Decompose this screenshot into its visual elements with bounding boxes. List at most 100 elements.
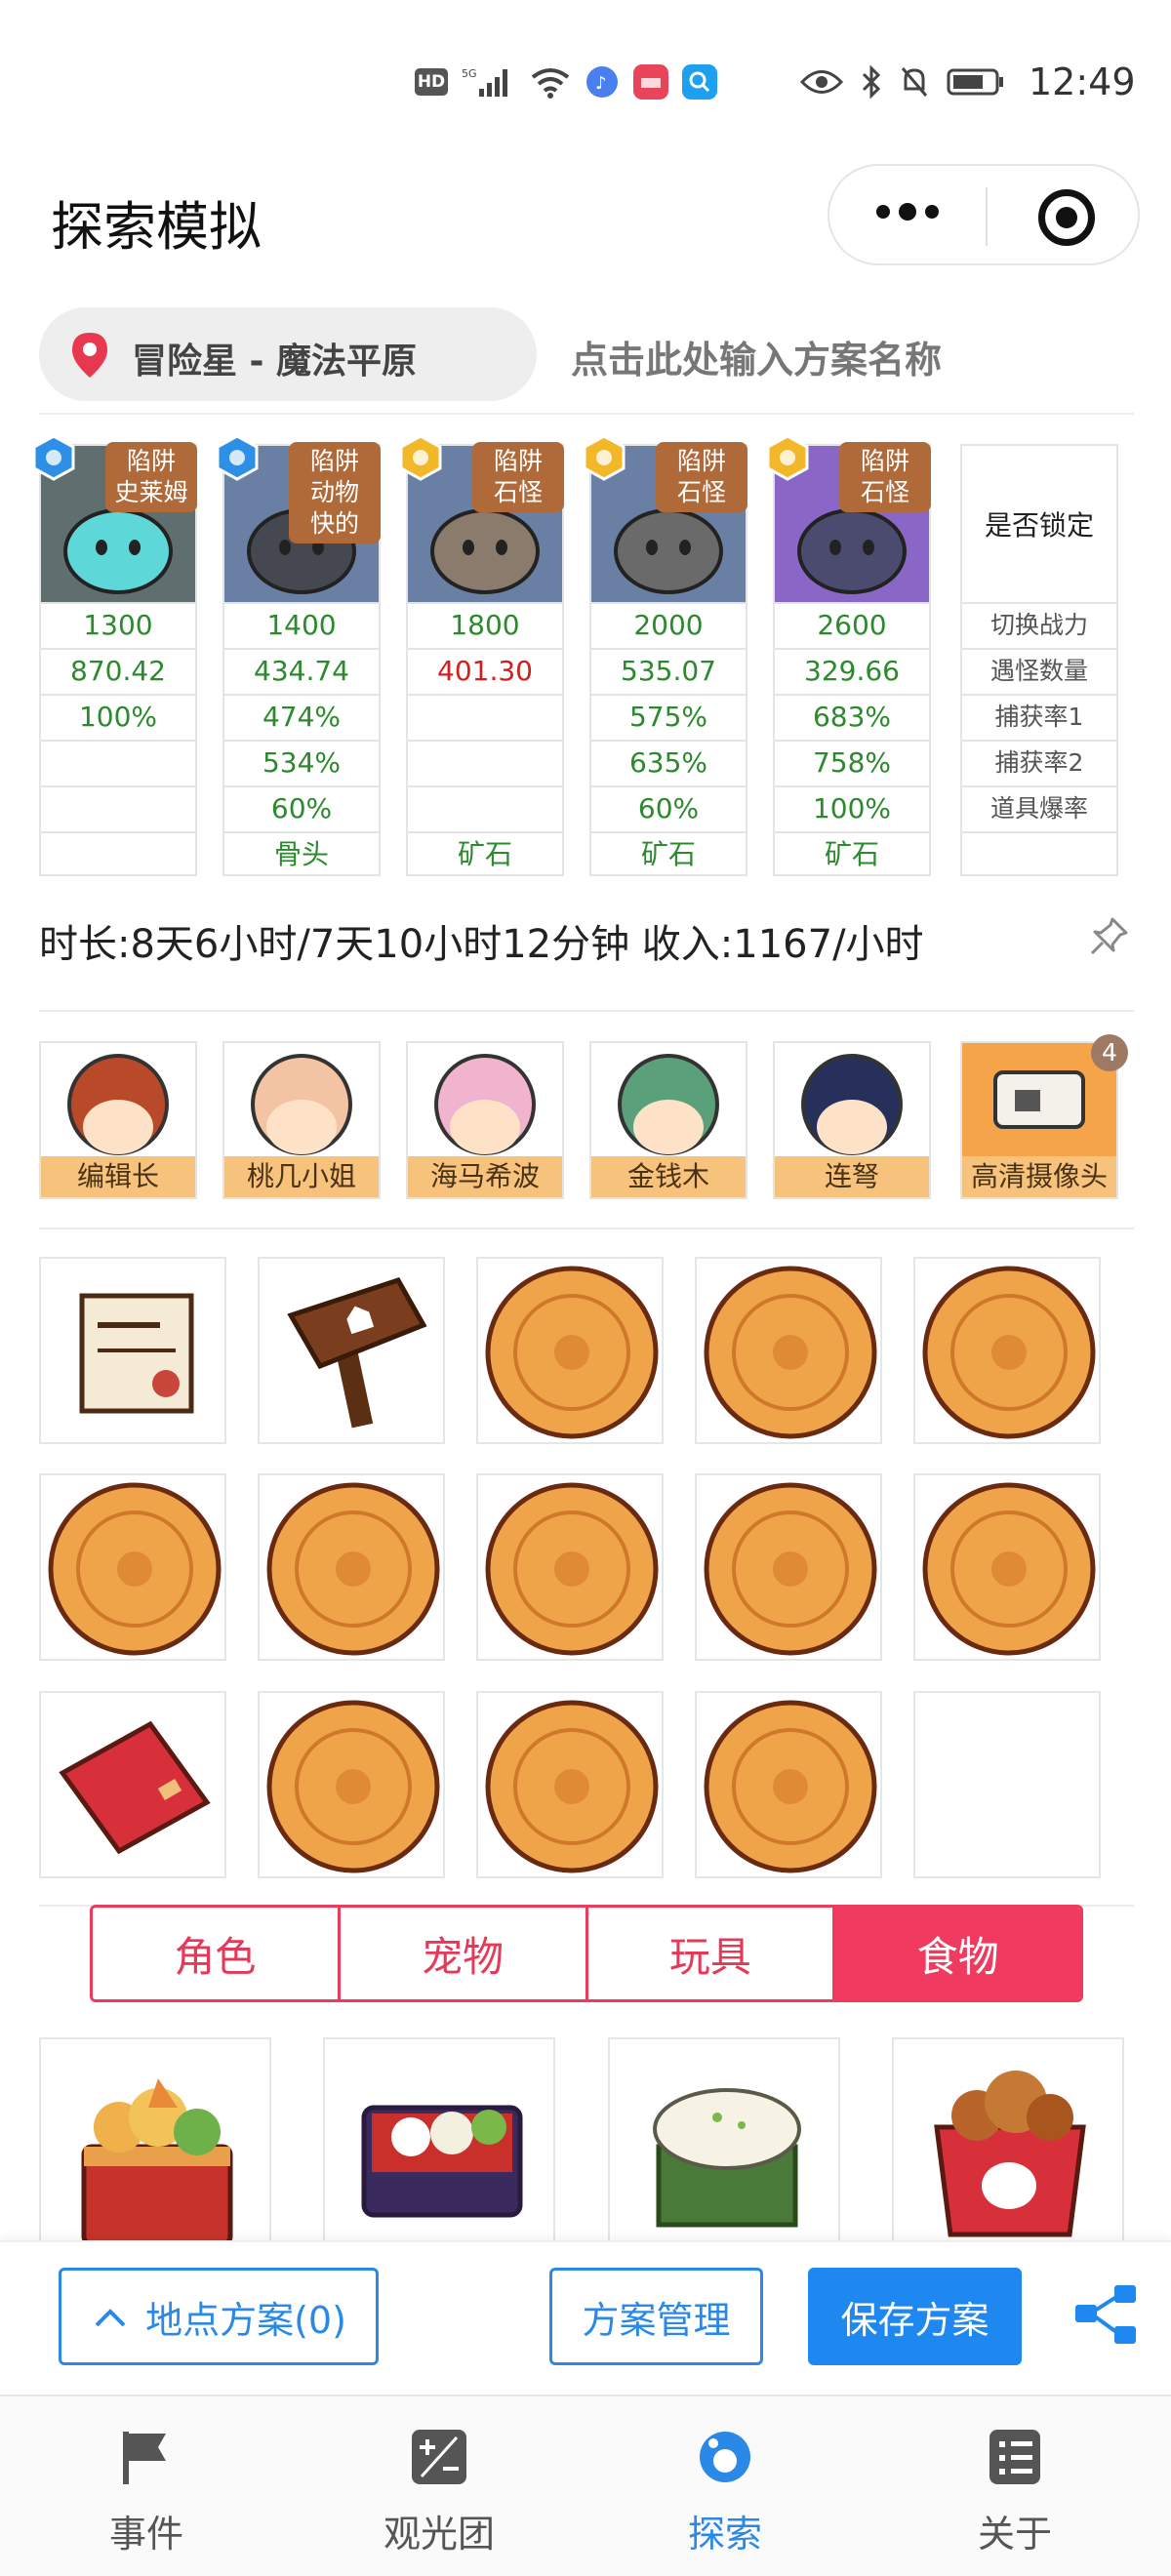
- trap-tag-line: 陷阱: [493, 447, 543, 475]
- item-slot[interactable]: [913, 1257, 1101, 1444]
- close-target-icon[interactable]: [1038, 189, 1095, 246]
- tab-food[interactable]: 食物: [835, 1908, 1080, 1999]
- item-slot[interactable]: [695, 1257, 882, 1444]
- clock: 12:49: [1029, 60, 1136, 103]
- team-member[interactable]: 桃几小姐: [222, 1041, 381, 1199]
- tab-role[interactable]: 角色: [93, 1908, 341, 1999]
- svg-text:5G: 5G: [462, 67, 477, 80]
- food-item[interactable]: [323, 2037, 555, 2242]
- tab-tour[interactable]: 观光团: [293, 2396, 586, 2576]
- duration-income-text: 时长:8天6小时/7天10小时12分钟 收入:1167/小时: [39, 922, 924, 967]
- monster-rate1: 474%: [224, 694, 379, 739]
- lock-row-drop[interactable]: 道具爆率: [962, 785, 1116, 830]
- food-item[interactable]: [39, 2037, 271, 2242]
- monster-count: 434.74: [224, 648, 379, 693]
- trap-tag-line: 快的: [309, 509, 359, 538]
- trap-tag-line: 石怪: [676, 478, 726, 506]
- trap-tag: 陷阱 动物 快的: [289, 442, 381, 543]
- mooncake-icon: [266, 1482, 440, 1656]
- member-name: 桃几小姐: [224, 1156, 379, 1197]
- wifi-icon: [531, 68, 570, 99]
- tab-pet[interactable]: 宠物: [340, 1908, 588, 1999]
- monster-power: 2600: [775, 602, 929, 647]
- monster-column[interactable]: 陷阱 史莱姆 1300 870.42 100%: [32, 434, 197, 876]
- member-avatar: [993, 1070, 1085, 1129]
- item-slot[interactable]: [476, 1257, 664, 1444]
- blue-hexagon-icon: [32, 434, 75, 481]
- monster-column[interactable]: 陷阱 动物 快的 1400 434.74 474% 534% 60% 骨头: [216, 434, 381, 876]
- pin-icon[interactable]: [1087, 915, 1130, 958]
- page-title: 探索模拟: [51, 196, 262, 258]
- monster-column[interactable]: 陷阱 石怪 1800 401.30 矿石: [399, 434, 564, 876]
- team-member[interactable]: 编辑长: [39, 1041, 197, 1199]
- divider: [39, 413, 1134, 415]
- rice-cake-icon: [653, 2088, 801, 2228]
- tab-toy[interactable]: 玩具: [587, 1908, 836, 1999]
- item-slot[interactable]: [476, 1473, 664, 1661]
- member-avatar: [801, 1054, 903, 1155]
- monster-drop: 100%: [775, 785, 929, 830]
- trap-tag-line: 陷阱: [676, 447, 726, 475]
- tab-about[interactable]: 关于: [868, 2396, 1161, 2576]
- food-item[interactable]: [892, 2037, 1124, 2242]
- monster-item: 骨头: [224, 831, 379, 876]
- item-slot[interactable]: [476, 1691, 664, 1878]
- plan-name-input[interactable]: 点击此处输入方案名称: [571, 330, 942, 383]
- monster-item: 矿石: [408, 831, 562, 876]
- item-slot[interactable]: [695, 1473, 882, 1661]
- lock-row-rate2[interactable]: 捕获率2: [962, 740, 1116, 785]
- member-name: 编辑长: [41, 1156, 195, 1197]
- monster-rate1: 100%: [41, 694, 195, 739]
- tab-events[interactable]: 事件: [0, 2396, 293, 2576]
- hd-icon: HD: [415, 68, 448, 96]
- lock-header[interactable]: 是否锁定: [962, 446, 1116, 602]
- lock-row-power[interactable]: 切换战力: [962, 602, 1116, 647]
- team-member[interactable]: 海马希波: [406, 1041, 564, 1199]
- lock-row-rate1[interactable]: 捕获率1: [962, 694, 1116, 739]
- miniprogram-capsule: [828, 164, 1140, 265]
- tab-explore[interactable]: 探索: [579, 2396, 871, 2576]
- more-icon[interactable]: [876, 203, 939, 221]
- item-slot[interactable]: [258, 1473, 445, 1661]
- location-selector[interactable]: 冒险星 - 魔法平原: [39, 307, 537, 401]
- share-icon[interactable]: [1071, 2283, 1140, 2346]
- mooncake-icon: [485, 1482, 659, 1656]
- item-slot[interactable]: [258, 1691, 445, 1878]
- member-name: 高清摄像头: [962, 1156, 1116, 1197]
- mooncake-icon: [922, 1266, 1096, 1439]
- trap-tag: 陷阱 史莱姆: [105, 442, 197, 512]
- signpost-icon: [287, 1276, 427, 1429]
- bluetooth-icon: [862, 65, 881, 99]
- monster-count: 535.07: [591, 648, 746, 693]
- team-member[interactable]: 金钱木: [589, 1041, 747, 1199]
- location-plan-button[interactable]: 地点方案(0): [59, 2268, 379, 2365]
- bento-tempura-icon: [81, 2078, 233, 2242]
- lock-row-count[interactable]: 遇怪数量: [962, 648, 1116, 693]
- food-item[interactable]: [608, 2037, 840, 2242]
- item-slot[interactable]: [39, 1257, 226, 1444]
- monster-count: 329.66: [775, 648, 929, 693]
- save-plan-button[interactable]: 保存方案: [808, 2268, 1022, 2365]
- trap-tag-line: 陷阱: [309, 447, 359, 475]
- item-slot[interactable]: [695, 1691, 882, 1878]
- trap-tag: 陷阱 石怪: [839, 442, 931, 512]
- monster-item: 矿石: [591, 831, 746, 876]
- gold-hexagon-icon: [583, 434, 626, 481]
- member-name: 海马希波: [408, 1156, 562, 1197]
- monster-column[interactable]: 陷阱 石怪 2000 535.07 575% 635% 60% 矿石: [583, 434, 747, 876]
- battery-icon: [947, 68, 1003, 96]
- member-name: 连弩: [775, 1156, 929, 1197]
- empty-item-slot[interactable]: [913, 1691, 1101, 1878]
- item-slot[interactable]: [39, 1473, 226, 1661]
- plan-manage-button[interactable]: 方案管理: [549, 2268, 763, 2365]
- divider: [39, 1010, 1134, 1012]
- monster-rate1: [408, 694, 562, 739]
- monster-count: 401.30: [408, 648, 562, 693]
- monster-drop: [408, 785, 562, 830]
- item-slot[interactable]: [258, 1257, 445, 1444]
- monster-column[interactable]: 陷阱 石怪 2600 329.66 683% 758% 100% 矿石: [766, 434, 931, 876]
- search-app-icon: [682, 64, 717, 100]
- item-slot[interactable]: [913, 1473, 1101, 1661]
- item-slot[interactable]: [39, 1691, 226, 1878]
- team-member[interactable]: 连弩: [773, 1041, 931, 1199]
